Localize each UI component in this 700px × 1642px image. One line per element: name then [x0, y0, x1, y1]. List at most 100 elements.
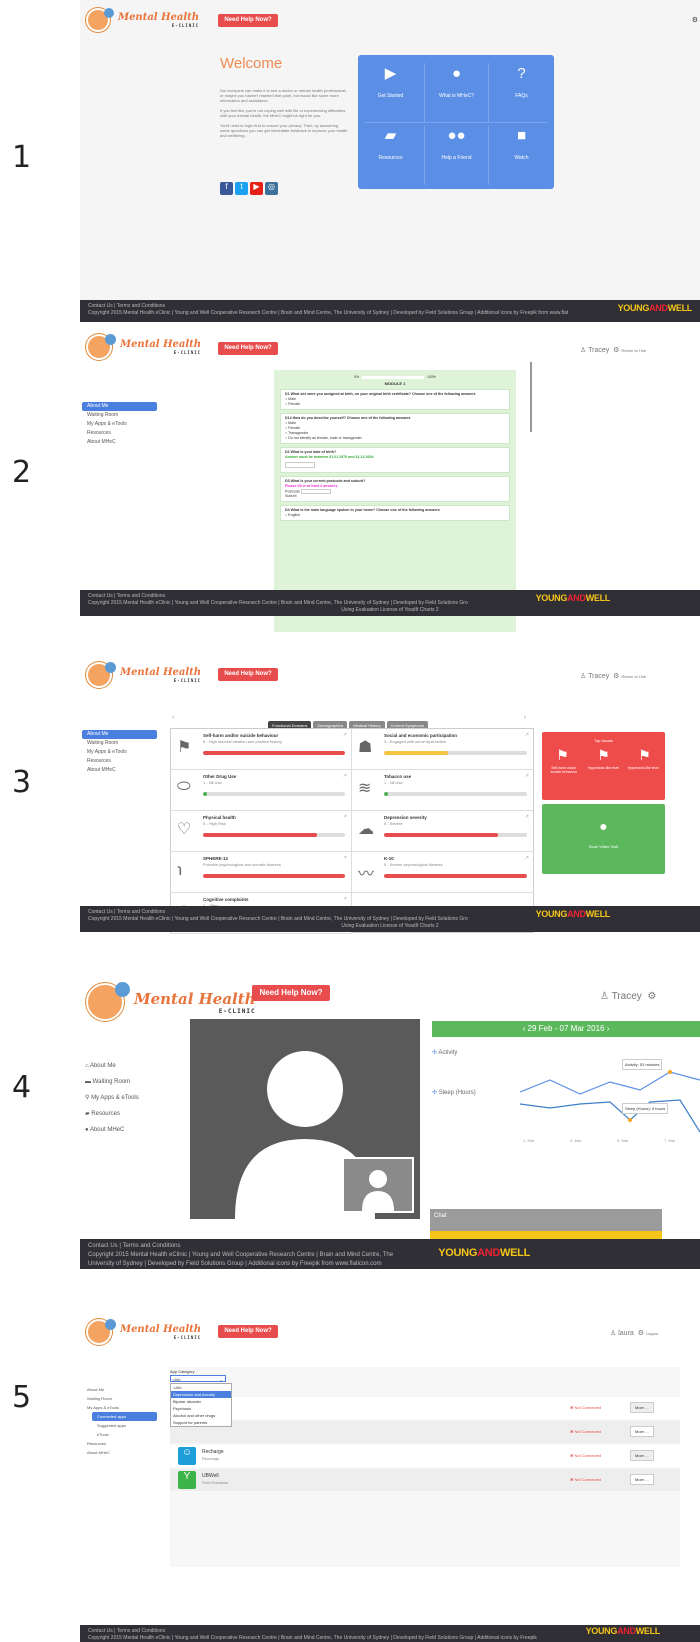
help-a-friend-tile[interactable]: ●● Help a Friend — [424, 125, 489, 185]
card-score: 1 - Nil Use — [203, 780, 222, 785]
user-menu[interactable]: ♙ laura ⚙ Logout — [610, 1329, 658, 1337]
dropdown-option[interactable]: Bipolar disorder — [171, 1398, 231, 1405]
sidebar-item-about-mhec[interactable]: About MHeC — [82, 438, 157, 447]
facebook-icon[interactable]: f — [220, 182, 233, 195]
brand-logo[interactable]: Mental Health E-CLINIC — [86, 1319, 201, 1345]
cloud-icon: ☁ — [358, 821, 374, 838]
instagram-icon[interactable]: ◎ — [265, 182, 278, 195]
more-button[interactable]: More ... — [630, 1426, 654, 1437]
need-help-button[interactable]: Need Help Now? — [218, 14, 278, 27]
user-menu[interactable]: ♙ Tracey ⚙ Return to Hub — [580, 672, 646, 680]
resources-tile[interactable]: ▰ Resources — [358, 125, 423, 185]
dropdown-option[interactable]: Psychosis — [171, 1405, 231, 1412]
external-link-icon[interactable]: ↗ — [343, 814, 347, 820]
category-label: App Category — [170, 1369, 195, 1374]
radio-option[interactable]: ○ English — [285, 513, 505, 518]
brand-logo[interactable]: Mental Health E-CLINIC — [86, 662, 201, 688]
radio-option[interactable]: ○ Female — [285, 402, 505, 407]
sidebar-item-about-me[interactable]: About Me — [82, 1385, 157, 1394]
sidebar-item-about-mhec[interactable]: ● About MHeC — [80, 1126, 180, 1142]
sidebar-item-about-me[interactable]: ⌂ About Me — [80, 1062, 180, 1078]
sidebar-item-waiting-room[interactable]: Waiting Room — [82, 739, 157, 748]
more-button[interactable]: More ... — [630, 1450, 654, 1461]
question-icon: ? — [517, 65, 526, 82]
brand-logo[interactable]: Mental Health E-CLINIC — [86, 982, 256, 1021]
sidebar-item-waiting-room[interactable]: Waiting Room — [82, 411, 157, 420]
domain-card[interactable]: ☁ Depression severity 5 - Severe ↗ — [352, 811, 533, 852]
sidebar-item-suggested-apps[interactable]: Suggested apps — [82, 1421, 157, 1430]
external-link-icon[interactable]: ↗ — [343, 773, 347, 779]
domain-card[interactable]: ☗ Social and economic participation 3 - … — [352, 729, 533, 770]
sidebar-item-about-mhec[interactable]: About MHeC — [82, 1448, 157, 1457]
sidebar-item-etools[interactable]: eTools — [82, 1430, 157, 1439]
sidebar-item-resources[interactable]: Resources — [82, 429, 157, 438]
watch-tile[interactable]: ■ Watch — [489, 125, 554, 185]
brand-logo[interactable]: Mental Health E-CLINIC — [86, 8, 199, 32]
domain-card[interactable]: ⚑ Self-harm and/or suicide behaviour 6 -… — [171, 729, 352, 770]
youtube-icon[interactable]: ▶ — [250, 182, 263, 195]
brand-logo[interactable]: Mental Health E-CLINIC — [86, 334, 201, 360]
user-menu[interactable]: ♙ Tracey ⚙ Return to Hub — [580, 346, 646, 354]
chevron-right-icon[interactable]: › — [524, 714, 526, 721]
scrollbar[interactable] — [530, 362, 532, 432]
what-is-mhec-tile[interactable]: ● What is MHeC? — [424, 63, 489, 123]
user-menu[interactable]: ♙ Tracey ⚙ — [600, 991, 656, 1002]
dropdown-option[interactable]: Alcohol and other drugs — [171, 1412, 231, 1419]
chat-panel[interactable]: Chat — [430, 1209, 662, 1239]
need-help-button[interactable]: Need Help Now? — [218, 1325, 278, 1338]
need-help-button[interactable]: Need Help Now? — [252, 985, 330, 1001]
external-link-icon[interactable]: ↗ — [525, 773, 529, 779]
twitter-icon[interactable]: t — [235, 182, 248, 195]
chevron-left-icon[interactable]: ‹ — [172, 714, 174, 721]
dropdown-option[interactable]: Depression and Anxiety — [171, 1391, 231, 1398]
sidebar-item-apps[interactable]: My Apps & eTools — [82, 1403, 157, 1412]
date-range-bar[interactable]: ‹ 29 Feb - 07 Mar 2016 › — [432, 1021, 700, 1037]
sidebar-item-waiting-room[interactable]: Waiting Room — [82, 1394, 157, 1403]
external-link-icon[interactable]: ↗ — [343, 896, 347, 902]
domain-card[interactable]: ♡ Physical health 5 - High Risk ↗ — [171, 811, 352, 852]
sidebar-item-resources[interactable]: Resources — [82, 1439, 157, 1448]
more-button[interactable]: More ... — [630, 1402, 654, 1413]
external-link-icon[interactable]: ↗ — [525, 855, 529, 861]
video-icon: ■ — [516, 127, 527, 144]
external-link-icon[interactable]: ↗ — [525, 814, 529, 820]
external-link-icon[interactable]: ↗ — [343, 855, 347, 861]
domain-card[interactable]: 〰 K-10 5 - Severe psychological distress… — [352, 852, 533, 893]
need-help-button[interactable]: Need Help Now? — [218, 342, 278, 355]
radio-option[interactable]: ○ Do not identify as female, male or tra… — [285, 436, 505, 441]
severity-bar — [384, 792, 527, 796]
sidebar-item-apps[interactable]: My Apps & eTools — [82, 748, 157, 757]
external-link-icon[interactable]: ↗ — [343, 732, 347, 738]
sidebar-item-apps[interactable]: My Apps & eTools — [82, 420, 157, 429]
severity-bar — [203, 833, 345, 837]
progress-bar — [362, 375, 425, 379]
play-icon: ▶ — [384, 65, 397, 82]
more-button[interactable]: More ... — [630, 1474, 654, 1485]
book-video-visit-button[interactable]: ● Book Video Visit — [542, 804, 665, 874]
gear-icon[interactable]: ⚙ — [692, 16, 698, 24]
domain-card[interactable]: ≋ Tobacco use 1 - Nil Use ↗ — [352, 770, 533, 811]
get-started-tile[interactable]: ▶ Get Started — [358, 63, 423, 123]
date-input[interactable] — [285, 462, 315, 468]
external-link-icon[interactable]: ↗ — [525, 732, 529, 738]
dropdown-option[interactable]: Support for parents — [171, 1419, 231, 1426]
sidebar-item-apps[interactable]: ⚲ My Apps & eTools — [80, 1094, 180, 1110]
sidebar-item-about-me[interactable]: About Me — [82, 402, 157, 411]
need-help-button[interactable]: Need Help Now? — [218, 668, 278, 681]
sidebar-item-resources[interactable]: ▰ Resources — [80, 1110, 180, 1126]
sidebar-item-connected-apps[interactable]: Connected apps — [92, 1412, 157, 1421]
faqs-tile[interactable]: ? FAQs — [489, 63, 554, 123]
postcode-input[interactable] — [300, 489, 331, 494]
app-developer: Field Solutions — [202, 1480, 229, 1485]
sidebar-item-about-me[interactable]: About Me — [82, 730, 157, 739]
sidebar-item-resources[interactable]: Resources — [82, 757, 157, 766]
chart-point — [668, 1070, 672, 1074]
domain-card[interactable]: ℩ SPHERE-12 Possible psychological and s… — [171, 852, 352, 893]
sidebar-nav: About Me Waiting Room My Apps & eTools C… — [82, 1385, 157, 1457]
dropdown-option[interactable]: <All> — [171, 1384, 231, 1391]
category-select[interactable]: <All> ⌄ — [170, 1375, 226, 1382]
domain-card[interactable]: ⬭ Other Drug Use 1 - Nil Use ↗ — [171, 770, 352, 811]
card-title: Self-harm and/or suicide behaviour — [203, 733, 279, 738]
sidebar-item-about-mhec[interactable]: About MHeC — [82, 766, 157, 775]
sidebar-item-waiting-room[interactable]: ▬ Waiting Room — [80, 1078, 180, 1094]
